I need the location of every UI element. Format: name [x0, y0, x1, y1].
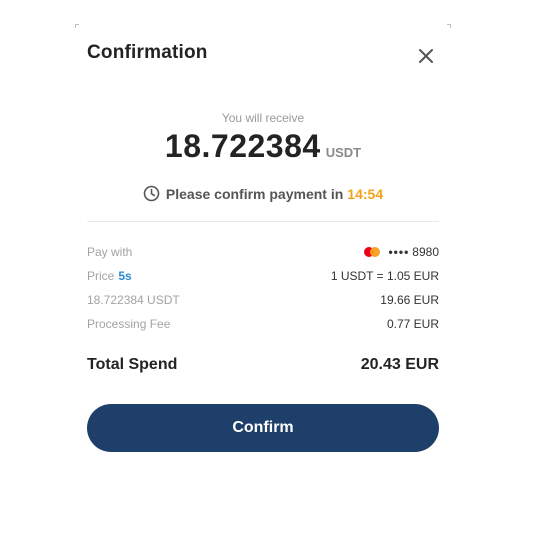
payment-card: •••• 8980	[364, 245, 439, 259]
total-label: Total Spend	[87, 356, 178, 373]
pay-with-row: Pay with •••• 8980	[87, 243, 439, 261]
receive-label: You will receive	[221, 111, 305, 125]
fee-value: 0.77 EUR	[386, 317, 439, 331]
total-value: 20.43 EUR	[360, 356, 439, 373]
total-row: Total Spend 20.43 EUR	[87, 356, 439, 374]
payment-timer: Please confirm payment in 14:54	[75, 185, 451, 202]
price-refresh-timer: 5s	[118, 269, 132, 283]
fee-row: Processing Fee 0.77 EUR	[87, 315, 439, 333]
subtotal-value: 19.66 EUR	[380, 293, 439, 307]
amount-unit: USDT	[325, 145, 362, 160]
price-label-group: Price 5s	[87, 269, 132, 283]
clock-icon	[143, 185, 160, 202]
close-icon	[419, 49, 433, 63]
timer-text: Please confirm payment in	[165, 185, 344, 202]
pay-with-label: Pay with	[87, 245, 133, 259]
dialog-corner	[75, 24, 79, 28]
confirmation-dialog: Confirmation You will receive 18.722384 …	[75, 24, 451, 484]
subtotal-label: 18.722384 USDT	[87, 293, 180, 307]
close-button[interactable]	[414, 44, 438, 68]
dialog-title: Confirmation	[87, 42, 208, 63]
confirm-button[interactable]: Confirm	[87, 404, 439, 452]
price-row: Price 5s 1 USDT = 1.05 EUR	[87, 267, 439, 285]
fee-label: Processing Fee	[87, 317, 171, 331]
dialog-corner	[447, 24, 451, 28]
price-value: 1 USDT = 1.05 EUR	[330, 269, 439, 283]
price-label: Price	[87, 269, 115, 283]
receive-amount: 18.722384 USDT	[75, 128, 451, 165]
countdown: 14:54	[347, 185, 384, 202]
subtotal-row: 18.722384 USDT 19.66 EUR	[87, 291, 439, 309]
amount-value: 18.722384	[164, 128, 321, 164]
divider	[87, 221, 439, 222]
card-last4: 8980	[412, 245, 439, 259]
card-dots: ••••	[388, 245, 410, 259]
mastercard-icon	[364, 247, 381, 257]
